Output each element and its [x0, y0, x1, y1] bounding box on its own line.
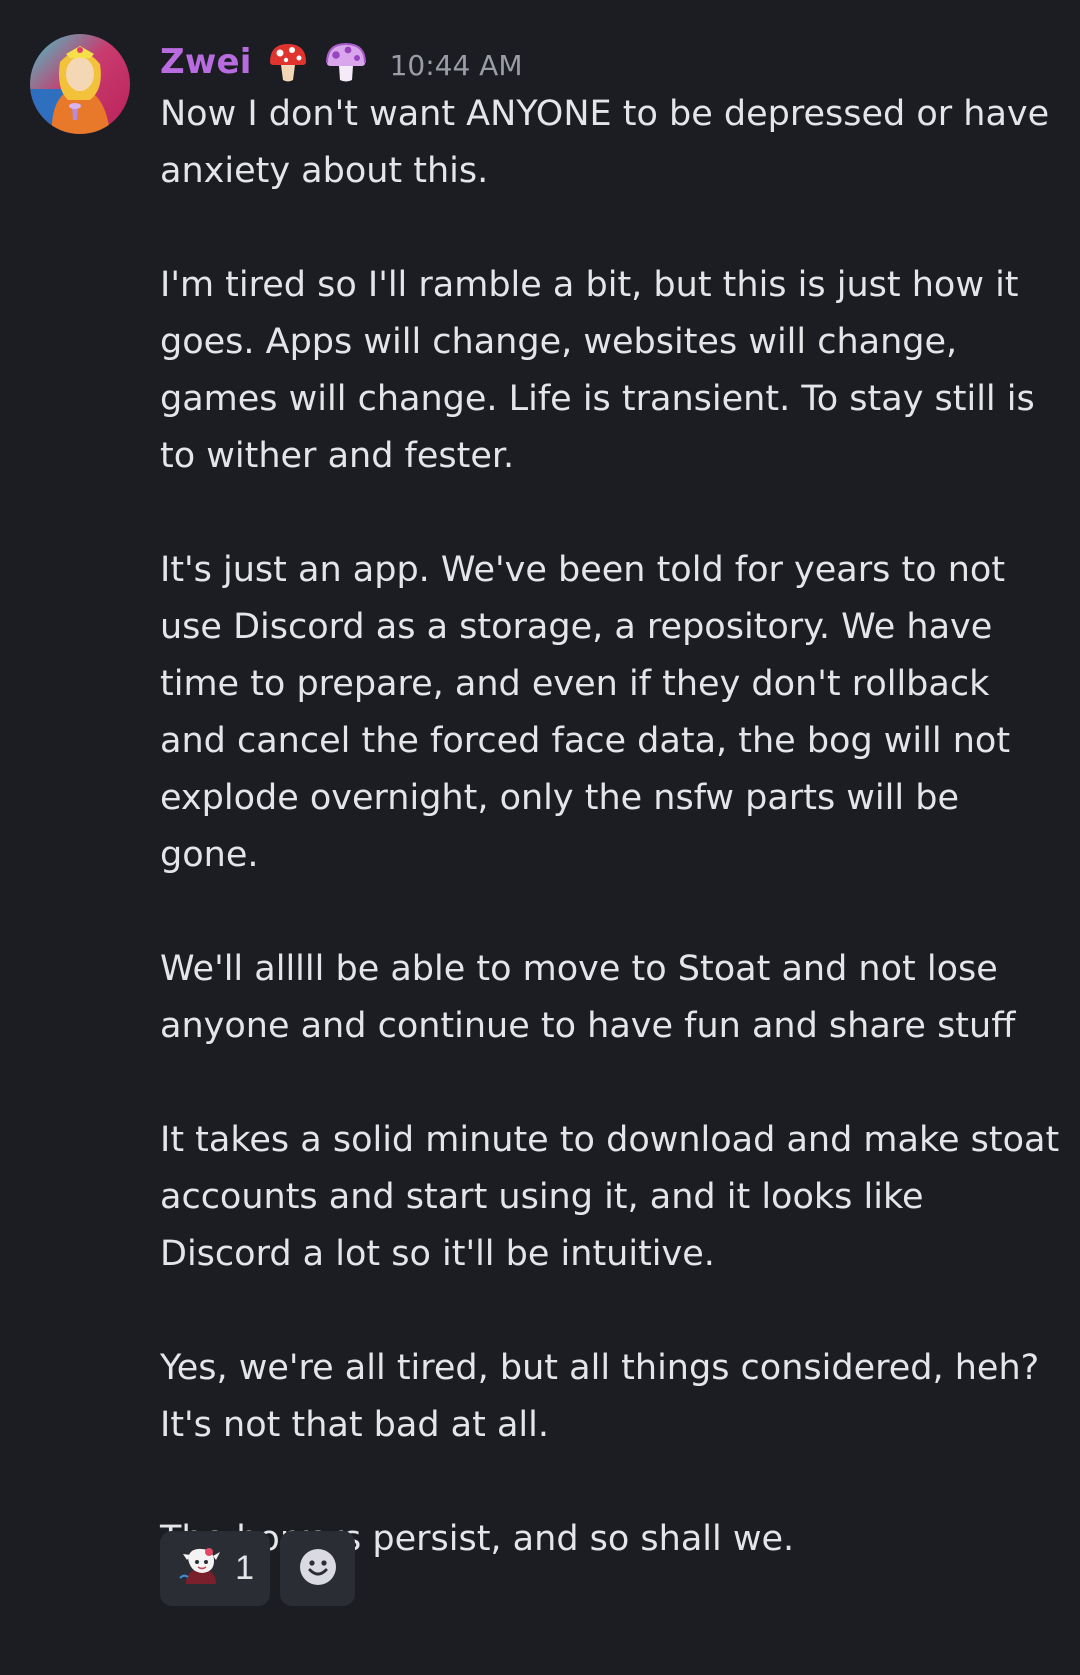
purple-mushroom-icon[interactable]: [324, 40, 368, 84]
reaction-button[interactable]: 1: [160, 1531, 270, 1606]
reaction-count: 1: [235, 1549, 254, 1587]
avatar-image: [30, 34, 130, 134]
message-paragraph: It's just an app. We've been told for ye…: [160, 550, 1011, 875]
message-paragraph: Yes, we're all tired, but all things con…: [160, 1348, 1040, 1445]
user-avatar[interactable]: [30, 34, 130, 134]
add-reaction-smiley-icon: [298, 1547, 338, 1591]
message-paragraph: We'll alllll be able to move to Stoat an…: [160, 949, 1016, 1046]
red-mushroom-icon[interactable]: [266, 40, 310, 84]
message-body: Now I don't want ANYONE to be depressed …: [160, 86, 1060, 1568]
message-timestamp[interactable]: 10:44 AM: [390, 49, 523, 82]
message-header: Zwei 10:44 AM: [160, 38, 1060, 86]
message-paragraph: I'm tired so I'll ramble a bit, but this…: [160, 265, 1035, 476]
message-paragraph: Now I don't want ANYONE to be depressed …: [160, 94, 1050, 191]
add-reaction-button[interactable]: [280, 1531, 355, 1606]
chat-message: Zwei 10:44 AM Now I don't want ANYONE to…: [0, 0, 1080, 1675]
message-content: Zwei 10:44 AM Now I don't want ANYONE to…: [160, 38, 1060, 1568]
message-paragraph: It takes a solid minute to download and …: [160, 1120, 1060, 1274]
username[interactable]: Zwei: [160, 42, 252, 82]
custom-character-emoji-icon: [178, 1544, 224, 1594]
reactions-bar: 1: [160, 1531, 355, 1606]
